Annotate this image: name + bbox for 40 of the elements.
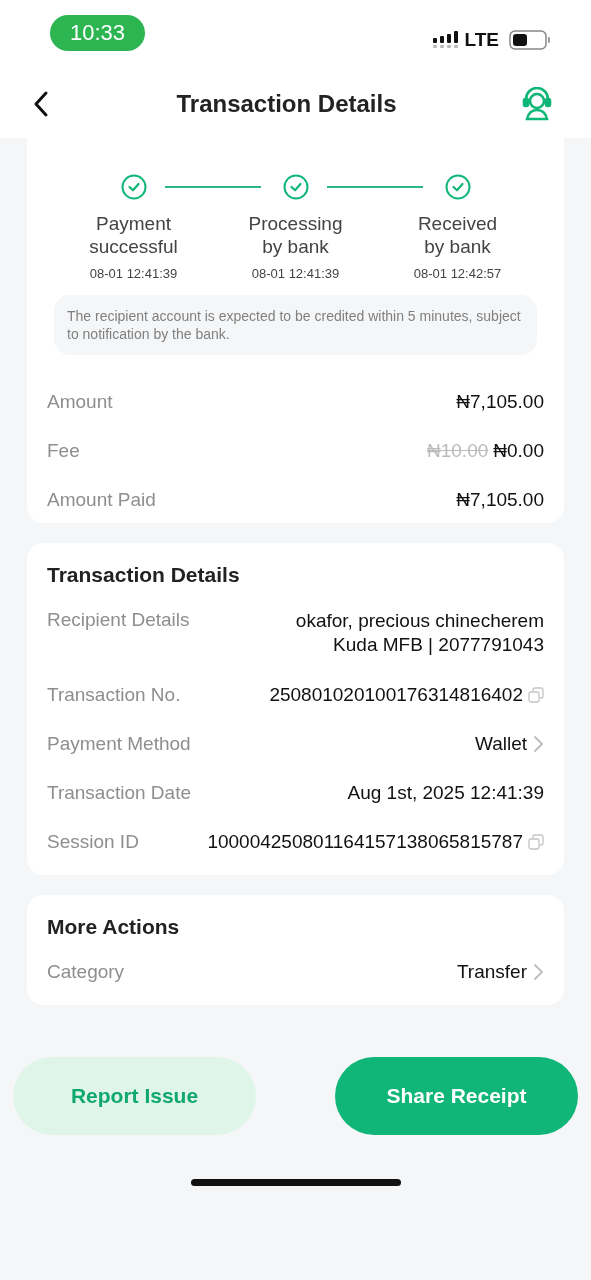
step-label: Payment successful	[89, 212, 178, 258]
step-label: Received by bank	[417, 212, 498, 258]
row-value: 100004250801164157138065815787	[207, 831, 523, 853]
step-time: 08-01 12:41:39	[251, 266, 340, 281]
row-label: Session ID	[47, 831, 139, 853]
row-label: Amount Paid	[47, 489, 156, 511]
row-value: 250801020100176314816402	[269, 684, 523, 706]
page-title: Transaction Details	[176, 90, 397, 118]
row-label: Amount	[47, 391, 113, 413]
original-fee: ₦10.00	[427, 440, 489, 462]
chevron-right-icon[interactable]	[532, 962, 544, 982]
copy-icon[interactable]	[528, 834, 544, 850]
battery-icon	[509, 30, 551, 50]
step-time: 08-01 12:41:39	[89, 266, 178, 281]
row-value: Wallet	[474, 733, 527, 755]
row-value: Aug 1st, 2025 12:41:39	[347, 782, 544, 804]
row-label: Transaction No.	[47, 684, 181, 706]
clock-time: 10:33	[50, 15, 146, 51]
row-value: ₦0.00	[493, 440, 544, 462]
signal-icon	[432, 31, 459, 49]
row-label: Transaction Date	[47, 782, 191, 804]
info-note: The recipient account is expected to be credited within 5 minutes, subject to notification by the bank.	[54, 295, 537, 355]
step-label: Processing by bank	[248, 212, 343, 258]
section-title: Transaction Details	[47, 563, 241, 587]
step-time: 08-01 12:42:57	[413, 266, 502, 281]
row-label: Recipient Details	[47, 609, 190, 631]
row-value: Transfer	[456, 961, 527, 983]
share-receipt-button[interactable]: Share Receipt	[335, 1057, 578, 1135]
report-issue-button[interactable]: Report Issue	[13, 1057, 256, 1135]
row-label: Fee	[47, 440, 80, 462]
recipient-details: okafor, precious chinecherem Kuda MFB | 2077791043	[295, 609, 544, 657]
row-value: ₦7,105.00	[456, 489, 544, 511]
copy-icon[interactable]	[528, 687, 544, 703]
headset-person-icon[interactable]	[521, 87, 553, 121]
network-label: LTE	[464, 29, 499, 51]
chevron-right-icon[interactable]	[532, 734, 544, 754]
row-label: Payment Method	[47, 733, 191, 755]
section-title: More Actions	[47, 915, 181, 939]
row-label: Category	[47, 961, 125, 983]
row-value: ₦7,105.00	[456, 391, 544, 413]
